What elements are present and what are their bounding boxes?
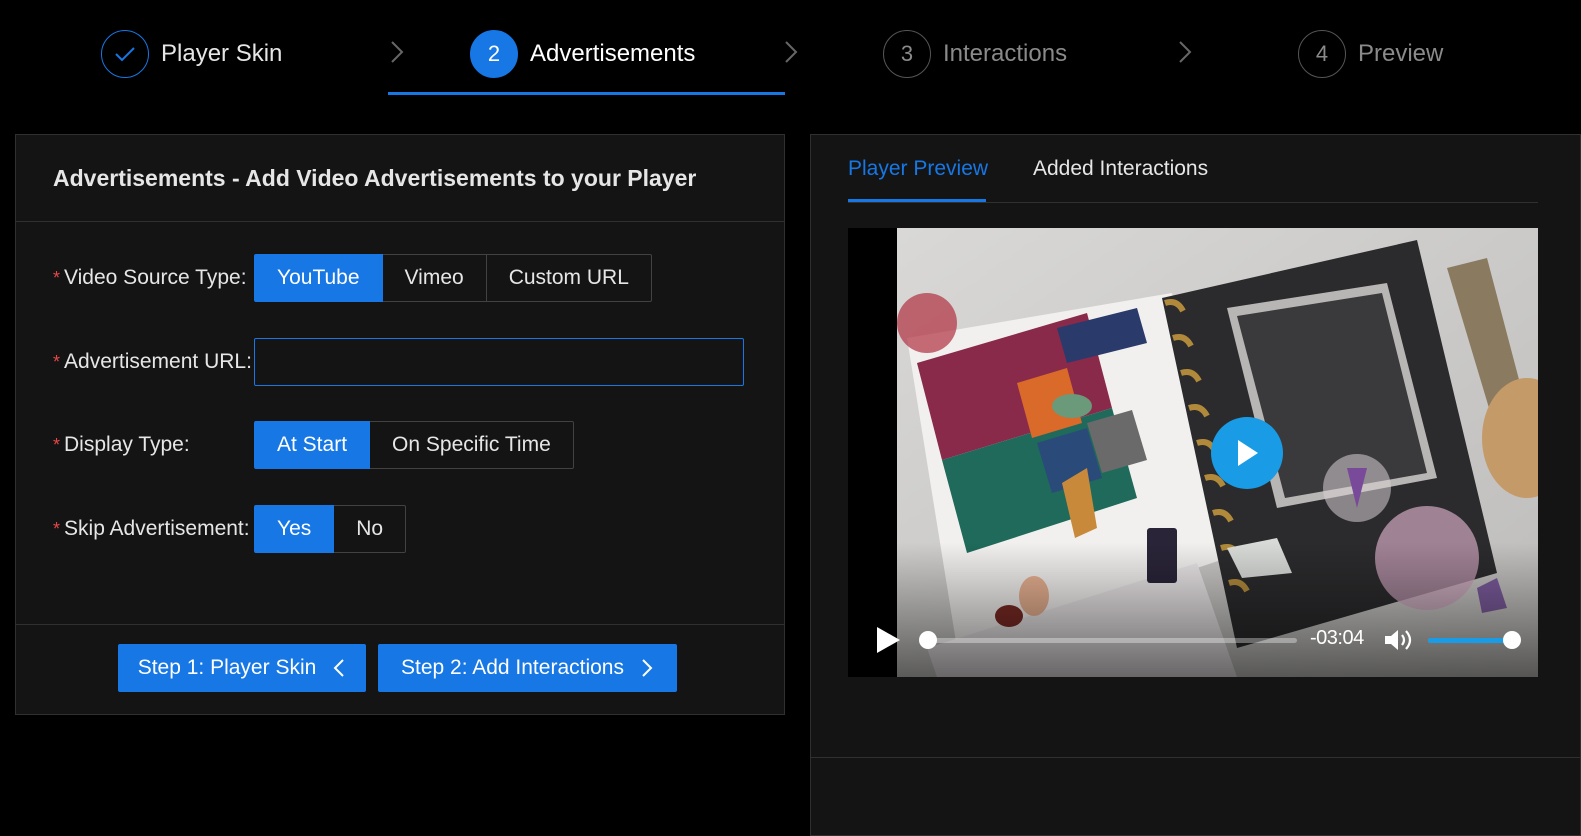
video-source-group: YouTube Vimeo Custom URL — [254, 254, 652, 302]
time-remaining: -03:04 — [1310, 627, 1364, 649]
chevron-left-icon — [333, 659, 345, 677]
play-icon — [1238, 440, 1258, 466]
chevron-right-icon — [391, 41, 404, 63]
video-source-label: * Video Source Type: — [53, 266, 247, 289]
tab-added-interactions[interactable]: Added Interactions — [1033, 157, 1208, 181]
chevron-right-icon — [785, 41, 798, 63]
vimeo-option[interactable]: Vimeo — [381, 254, 487, 302]
required-mark: * — [53, 518, 61, 539]
required-mark: * — [53, 351, 61, 372]
step-number: 3 — [883, 30, 931, 78]
panel-header: Advertisements - Add Video Advertisement… — [16, 135, 784, 222]
youtube-option[interactable]: YouTube — [254, 254, 383, 302]
skip-ad-group: Yes No — [254, 505, 407, 553]
volume-handle[interactable] — [1503, 631, 1521, 649]
volume-icon[interactable] — [1383, 627, 1413, 653]
step-preview[interactable]: 4 Preview — [1298, 30, 1443, 78]
required-mark: * — [53, 434, 61, 455]
skip-ad-row: * Skip Advertisement: Yes No — [53, 505, 407, 553]
big-play-button[interactable] — [1211, 417, 1283, 489]
ad-url-label: * Advertisement URL: — [53, 350, 252, 373]
play-icon[interactable] — [874, 625, 902, 655]
active-step-indicator — [388, 92, 785, 95]
step-interactions[interactable]: 3 Interactions — [883, 30, 1067, 78]
step-advertisements[interactable]: 2 Advertisements — [470, 30, 695, 78]
panel-footer-divider — [811, 757, 1580, 758]
steps-bar: Player Skin 2 Advertisements 3 Interacti… — [0, 0, 1581, 100]
chevron-right-icon — [1179, 41, 1192, 63]
ad-url-input[interactable] — [254, 338, 744, 386]
step-label: Interactions — [943, 40, 1068, 67]
step-label: Player Skin — [161, 40, 283, 67]
display-type-row: * Display Type: At Start On Specific Tim… — [53, 421, 574, 469]
preview-tabs: Player Preview Added Interactions — [848, 135, 1538, 203]
chevron-right-icon — [642, 659, 653, 677]
panel-title: Advertisements - Add Video Advertisement… — [53, 164, 697, 191]
step-number: 4 — [1298, 30, 1346, 78]
panel-footer-divider — [16, 624, 784, 625]
ad-url-row: * Advertisement URL: — [53, 338, 744, 386]
step-number: 2 — [470, 30, 518, 78]
step-player-skin[interactable]: Player Skin — [101, 30, 282, 78]
yes-option[interactable]: Yes — [254, 505, 335, 553]
display-type-group: At Start On Specific Time — [254, 421, 574, 469]
custom-url-option[interactable]: Custom URL — [485, 254, 652, 302]
advertisements-form-panel: Advertisements - Add Video Advertisement… — [15, 134, 785, 715]
tab-player-preview[interactable]: Player Preview — [848, 157, 988, 181]
player-controls: -03:04 — [848, 613, 1538, 667]
skip-ad-label: * Skip Advertisement: — [53, 517, 250, 540]
on-specific-time-option[interactable]: On Specific Time — [369, 421, 574, 469]
required-mark: * — [53, 267, 61, 288]
volume-level — [1428, 638, 1512, 643]
video-source-row: * Video Source Type: YouTube Vimeo Custo… — [53, 254, 652, 302]
video-player[interactable]: -03:04 — [848, 228, 1538, 677]
check-icon — [101, 30, 149, 78]
progress-bar[interactable] — [919, 631, 1297, 649]
progress-handle[interactable] — [919, 631, 937, 649]
step-label: Advertisements — [530, 40, 696, 67]
prev-step-button[interactable]: Step 1: Player Skin — [118, 644, 366, 692]
display-type-label: * Display Type: — [53, 433, 190, 456]
step-label: Preview — [1358, 40, 1444, 67]
no-option[interactable]: No — [333, 505, 407, 553]
at-start-option[interactable]: At Start — [254, 421, 371, 469]
active-tab-indicator — [848, 199, 986, 202]
volume-slider[interactable] — [1428, 631, 1521, 649]
preview-panel: Player Preview Added Interactions -03:04 — [810, 134, 1581, 836]
next-step-button[interactable]: Step 2: Add Interactions — [378, 644, 677, 692]
